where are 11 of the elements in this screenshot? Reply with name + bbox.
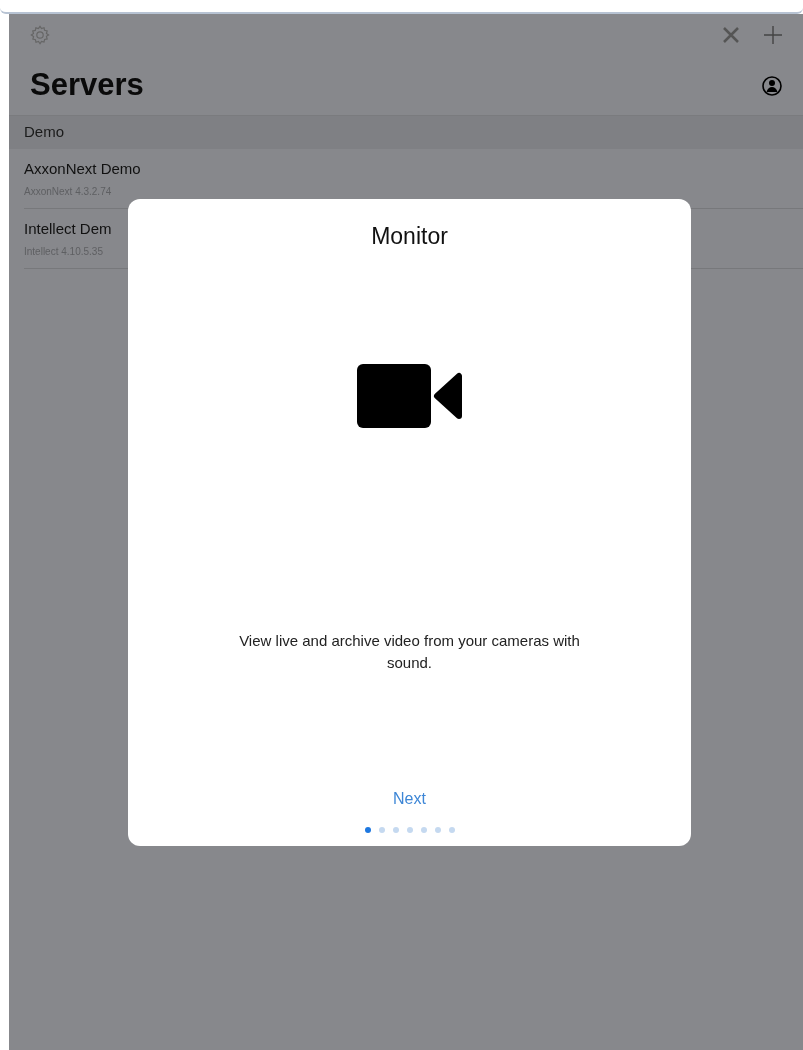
dialog-description: View live and archive video from your cameras with sound. bbox=[238, 630, 581, 673]
next-button[interactable]: Next bbox=[385, 786, 434, 811]
plus-icon[interactable] bbox=[763, 25, 783, 45]
dialog-title: Monitor bbox=[371, 222, 448, 251]
section-header: Demo bbox=[9, 116, 803, 149]
server-name: Intellect Dem bbox=[24, 219, 112, 240]
video-camera-icon bbox=[356, 363, 463, 428]
settings-icon[interactable] bbox=[29, 24, 51, 46]
server-name: AxxonNext Demo bbox=[24, 159, 141, 180]
user-icon[interactable] bbox=[762, 75, 782, 96]
page-title: Servers bbox=[30, 66, 144, 105]
